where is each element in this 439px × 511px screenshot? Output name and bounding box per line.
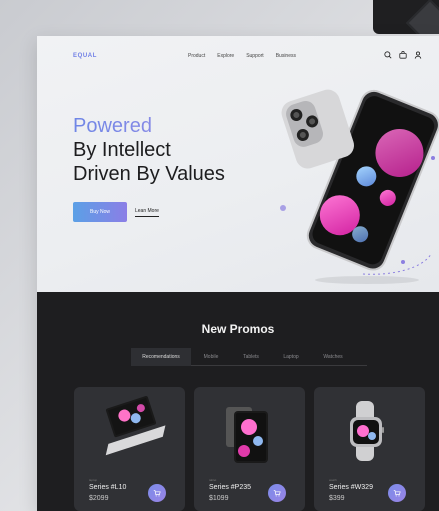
hero-section: EQUAL Product Explore Support Business P… [37, 36, 439, 292]
watch-image [350, 401, 384, 461]
tab-watches[interactable]: Watches [311, 348, 355, 366]
add-to-cart-button[interactable] [388, 484, 406, 502]
nav-item-support[interactable]: Support [246, 53, 264, 59]
bag-icon[interactable] [398, 50, 407, 59]
product-tag: laptop [89, 478, 98, 482]
nav-item-business[interactable]: Business [276, 53, 296, 59]
search-icon[interactable] [383, 50, 392, 59]
tab-recomendations[interactable]: Recomendations [131, 347, 191, 366]
cart-icon [153, 490, 161, 497]
hero-headline-line2: By Intellect [73, 139, 171, 161]
brand-logo[interactable]: EQUAL [73, 53, 97, 59]
product-tag: watch [329, 478, 337, 482]
nav-item-explore[interactable]: Explore [217, 53, 234, 59]
hero-headline: Powered By Intellect Driven By Values [73, 114, 225, 186]
header-icons [383, 50, 422, 59]
top-nav: Product Explore Support Business [188, 53, 296, 59]
promos-section: New Promos Recomendations Mobile Tablets… [37, 292, 439, 511]
background-card-corner [373, 0, 439, 34]
cart-icon [273, 490, 281, 497]
tab-mobile[interactable]: Mobile [191, 348, 231, 366]
product-name: Series #P235 [209, 484, 252, 491]
product-price: $1099 [209, 495, 229, 502]
product-card-watch[interactable]: watch Series #W329 $399 [314, 387, 425, 511]
product-price: $399 [329, 495, 345, 502]
background-card-shape [405, 0, 439, 34]
product-name: Series #W329 [329, 484, 373, 491]
tablet-image [226, 407, 268, 463]
tab-laptop[interactable]: Laptop [271, 348, 311, 366]
user-icon[interactable] [413, 50, 422, 59]
product-name: Series #L10 [89, 484, 127, 491]
product-card-tablet[interactable]: tablet Series #P235 $1099 [194, 387, 305, 511]
product-tag: tablet [209, 478, 217, 482]
product-card-laptop[interactable]: laptop Series #L10 $2099 [74, 387, 185, 511]
buy-now-button[interactable]: Buy Now [73, 202, 127, 222]
learn-more-link[interactable]: Lean More [135, 208, 159, 217]
hero-headline-line1: Powered [73, 114, 225, 138]
promo-tabs: Recomendations Mobile Tablets Laptop Wat… [131, 347, 367, 366]
nav-item-product[interactable]: Product [188, 53, 205, 59]
hero-phone-image [280, 89, 439, 284]
product-price: $2099 [89, 495, 109, 502]
cart-icon [393, 490, 401, 497]
tab-tablets[interactable]: Tablets [231, 348, 271, 366]
hero-actions: Buy Now Lean More [73, 202, 159, 222]
hero-headline-line3: Driven By Values [73, 163, 225, 185]
promos-title: New Promos [201, 322, 275, 336]
add-to-cart-button[interactable] [148, 484, 166, 502]
laptop-image [105, 396, 166, 456]
landing-page: EQUAL Product Explore Support Business P… [37, 36, 439, 511]
add-to-cart-button[interactable] [268, 484, 286, 502]
